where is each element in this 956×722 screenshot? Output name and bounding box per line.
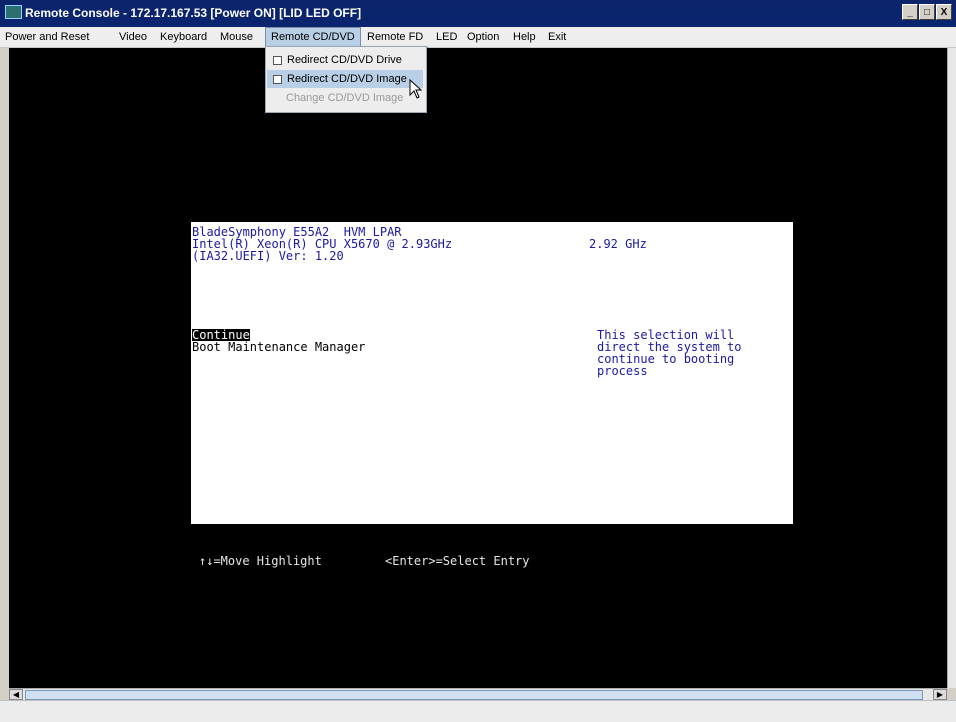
maximize-button[interactable]: □ bbox=[919, 4, 935, 20]
horizontal-scrollbar[interactable]: ◀ ▶ bbox=[9, 688, 947, 700]
menu-item-redirect-cd-dvd-image[interactable]: Redirect CD/DVD Image bbox=[267, 70, 423, 88]
menu-power-and-reset[interactable]: Power and Reset bbox=[0, 27, 94, 47]
mouse-pointer-icon bbox=[409, 79, 423, 99]
close-button[interactable]: X bbox=[936, 4, 952, 20]
menu-remote-fd[interactable]: Remote FD bbox=[362, 27, 428, 47]
checkbox-icon[interactable] bbox=[273, 74, 282, 84]
scroll-left-arrow-icon[interactable]: ◀ bbox=[9, 689, 23, 700]
menu-help[interactable]: Help bbox=[508, 27, 541, 47]
menu-option[interactable]: Option bbox=[462, 27, 504, 47]
window-title: Remote Console - 172.17.167.53 [Power ON… bbox=[25, 6, 362, 20]
hint-move-highlight: ↑↓=Move Highlight bbox=[199, 554, 322, 568]
bios-menu-boot-maintenance[interactable]: Boot Maintenance Manager bbox=[192, 341, 365, 353]
menu-keyboard[interactable]: Keyboard bbox=[155, 27, 212, 47]
checkbox-icon[interactable] bbox=[273, 55, 282, 65]
menu-mouse[interactable]: Mouse bbox=[215, 27, 258, 47]
menu-remote-cd-dvd[interactable]: Remote CD/DVD bbox=[265, 27, 361, 47]
app-icon bbox=[5, 5, 22, 19]
status-bar bbox=[0, 700, 956, 722]
title-bar[interactable]: Remote Console - 172.17.167.53 [Power ON… bbox=[0, 0, 956, 27]
remote-console-screen[interactable]: BladeSymphony E55A2 HVM LPAR Intel(R) Xe… bbox=[9, 48, 947, 688]
menu-led[interactable]: LED bbox=[431, 27, 462, 47]
menu-exit[interactable]: Exit bbox=[543, 27, 571, 47]
minimize-button[interactable]: _ bbox=[902, 4, 918, 20]
menu-bar: Power and Reset Video Keyboard Mouse Rem… bbox=[0, 27, 956, 48]
vertical-scrollbar[interactable] bbox=[947, 48, 956, 688]
bios-freq: 2.92 GHz bbox=[589, 237, 647, 251]
bios-help-line: process bbox=[597, 364, 648, 378]
menu-video[interactable]: Video bbox=[114, 27, 152, 47]
scroll-right-arrow-icon[interactable]: ▶ bbox=[933, 689, 947, 700]
console-left-margin bbox=[0, 48, 9, 688]
hint-select-entry: <Enter>=Select Entry bbox=[385, 554, 530, 568]
bios-panel: BladeSymphony E55A2 HVM LPAR Intel(R) Xe… bbox=[191, 222, 793, 524]
bios-firmware: (IA32.UEFI) Ver: 1.20 bbox=[192, 249, 344, 263]
menu-item-change-cd-dvd-image: Change CD/DVD Image bbox=[286, 92, 404, 105]
scrollbar-thumb[interactable] bbox=[25, 690, 923, 700]
menu-item-redirect-cd-dvd-drive[interactable]: Redirect CD/DVD Drive bbox=[267, 51, 423, 69]
remote-cd-dvd-dropdown: Redirect CD/DVD Drive Redirect CD/DVD Im… bbox=[265, 46, 427, 113]
